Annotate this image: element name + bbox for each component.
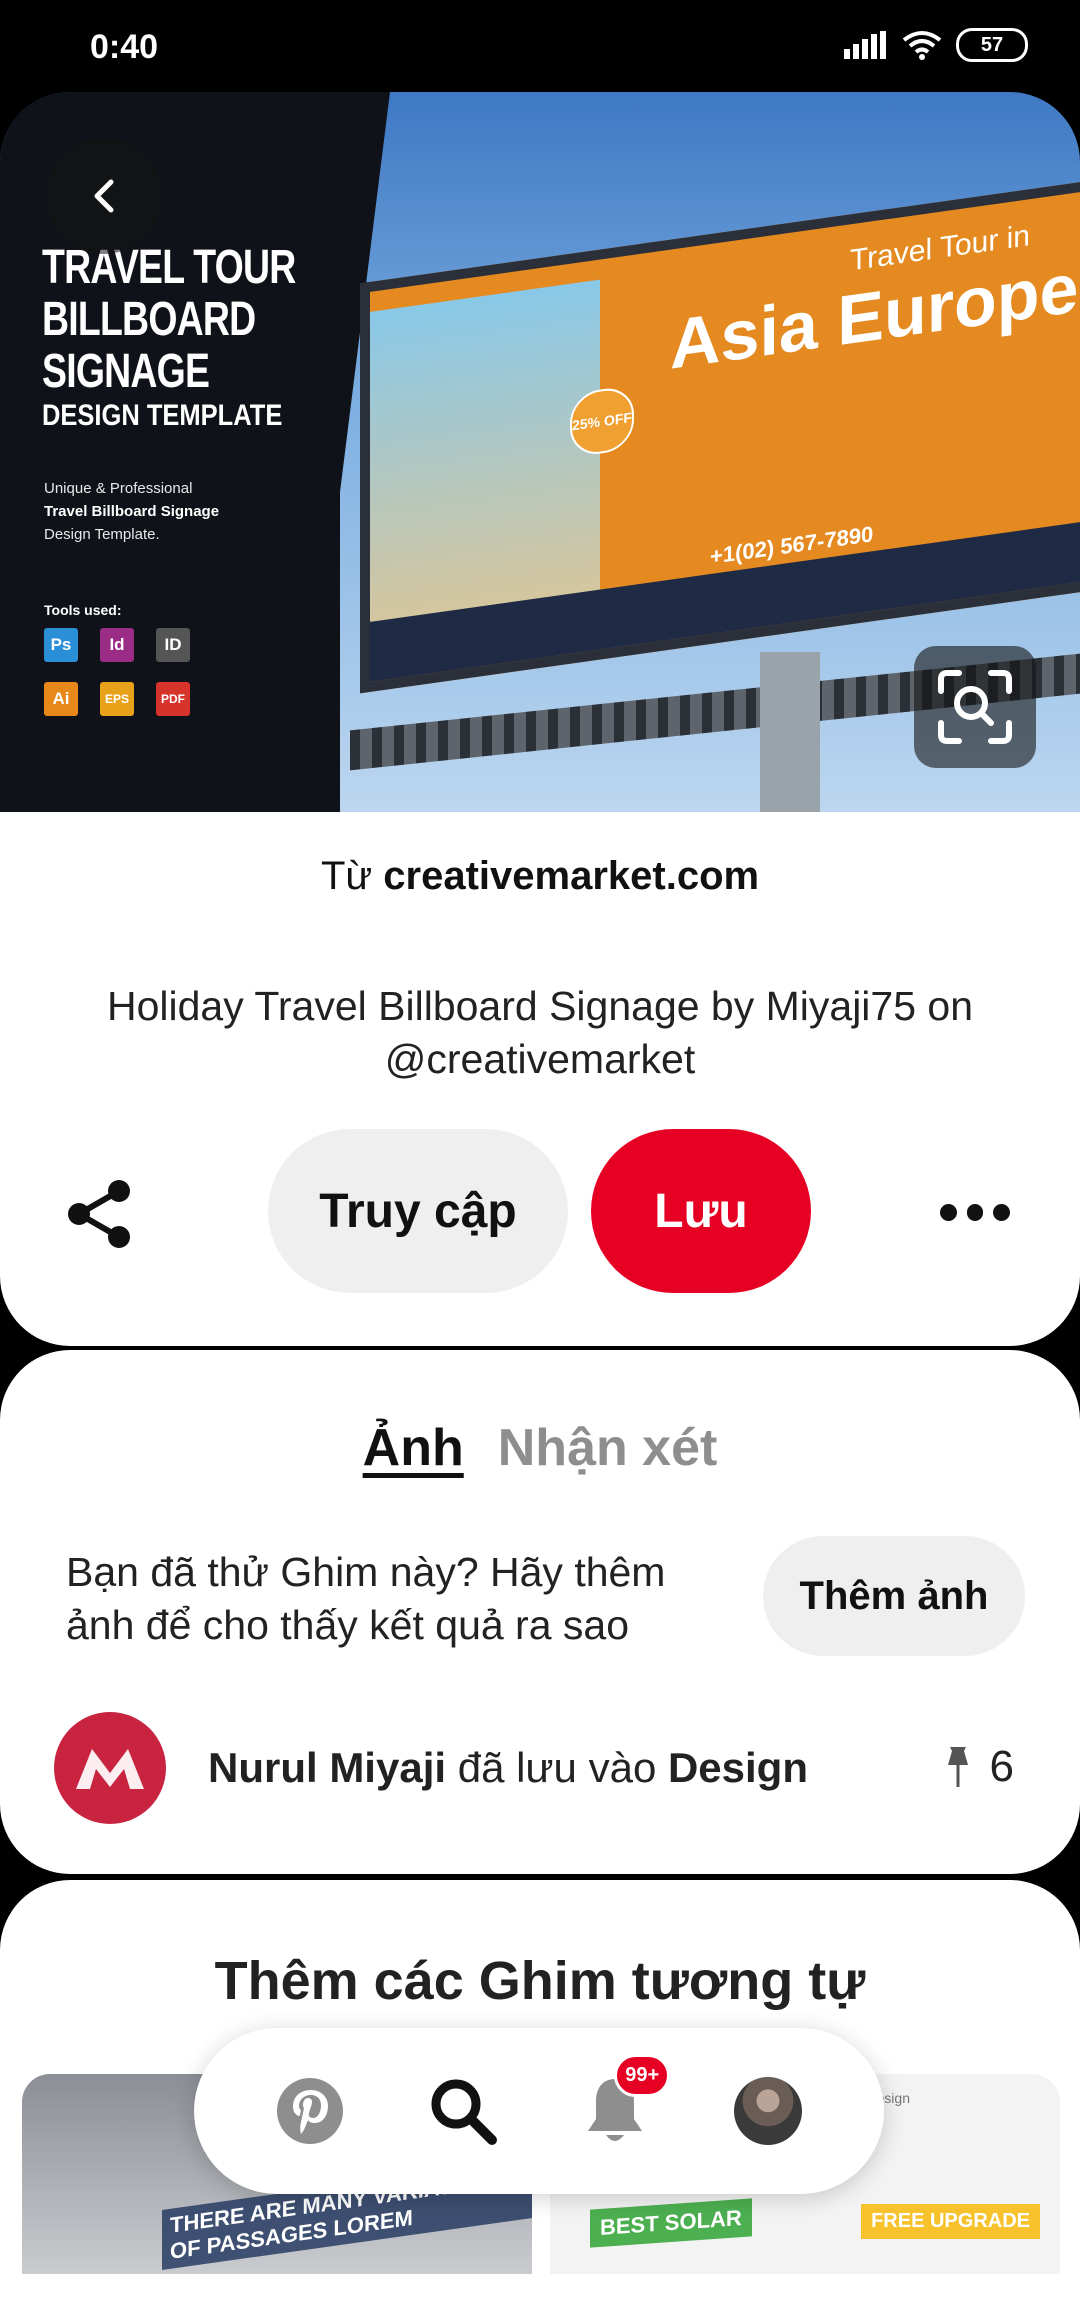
nav-home[interactable]	[265, 2066, 355, 2156]
nav-search[interactable]	[418, 2066, 508, 2156]
chevron-left-icon	[94, 179, 114, 213]
battery-indicator: 57	[956, 28, 1028, 62]
pin-description: Holiday Travel Billboard Signage by Miya…	[106, 983, 974, 1082]
pdf-icon: PDF	[156, 682, 190, 716]
more-options-button[interactable]	[940, 1192, 1011, 1232]
bottom-nav: 99+	[194, 2028, 884, 2194]
pinterest-logo-icon	[277, 2078, 344, 2144]
avatar[interactable]	[54, 1712, 166, 1824]
lens-search-icon	[938, 670, 1012, 744]
hero-headline: TRAVEL TOUR BILLBOARD SIGNAGE	[42, 241, 296, 398]
tab-photos[interactable]: Ảnh	[363, 1418, 464, 1478]
board-name[interactable]: Design	[668, 1744, 808, 1791]
miyaji-logo-icon	[76, 1749, 144, 1789]
tab-bar: Ảnh Nhận xét	[0, 1418, 1080, 1478]
tab-comments[interactable]: Nhận xét	[498, 1418, 718, 1478]
status-bar: 0:40 57	[0, 0, 1080, 92]
save-button[interactable]: Lưu	[591, 1129, 811, 1293]
hero-sub-text: Unique & Professional Travel Billboard S…	[44, 480, 220, 543]
photoshop-icon: Ps	[44, 628, 78, 662]
share-icon	[68, 1180, 130, 1248]
tools-grid: Ps Id ID Ai EPS PDF	[44, 628, 190, 716]
similar-pins-title: Thêm các Ghim tương tự	[214, 1951, 866, 2011]
notification-badge: 99+	[614, 2054, 671, 2097]
pin-icon	[947, 1747, 968, 1787]
status-icons: 57	[844, 28, 1028, 62]
back-button[interactable]	[46, 138, 162, 254]
nav-notifications[interactable]: 99+	[570, 2054, 671, 2156]
saver-name[interactable]: Nurul Miyaji	[208, 1744, 446, 1791]
wifi-icon	[902, 31, 942, 60]
visual-search-button[interactable]	[914, 646, 1036, 768]
hero-subheadline: DESIGN TEMPLATE	[42, 399, 283, 432]
indesign-icon: Id	[100, 628, 134, 662]
idml-icon: ID	[156, 628, 190, 662]
pin-info-card: Từ creativemarket.com Holiday Travel Bil…	[0, 812, 1080, 1346]
search-icon	[431, 2079, 497, 2145]
save-count: 6	[944, 1742, 1014, 1792]
nav-profile[interactable]	[723, 2066, 813, 2156]
add-photo-button[interactable]: Thêm ảnh	[763, 1536, 1025, 1656]
eps-icon: EPS	[100, 682, 134, 716]
billboard-graphic: 25% OFF Travel Tour in Asia Europe +1(02…	[360, 180, 1080, 694]
tools-label: Tools used:	[44, 602, 122, 618]
more-dots-icon	[940, 1203, 957, 1221]
add-photo-prompt: Bạn đã thử Ghim này? Hãy thêm ảnh để cho…	[66, 1549, 666, 1648]
visit-button[interactable]: Truy cập	[268, 1129, 568, 1293]
profile-avatar	[733, 2077, 802, 2145]
photos-comments-card: Ảnh Nhận xét Bạn đã thử Ghim này? Hãy th…	[0, 1350, 1080, 1874]
saved-by-line: Nurul Miyaji đã lưu vào Design	[208, 1744, 808, 1791]
pin-source[interactable]: Từ creativemarket.com	[0, 854, 1080, 899]
signal-icon	[844, 31, 886, 59]
share-button[interactable]	[62, 1176, 138, 1252]
pin-image[interactable]: TRAVEL TOUR BILLBOARD SIGNAGE DESIGN TEM…	[0, 92, 1080, 812]
illustrator-icon: Ai	[44, 682, 78, 716]
status-time: 0:40	[90, 28, 159, 66]
